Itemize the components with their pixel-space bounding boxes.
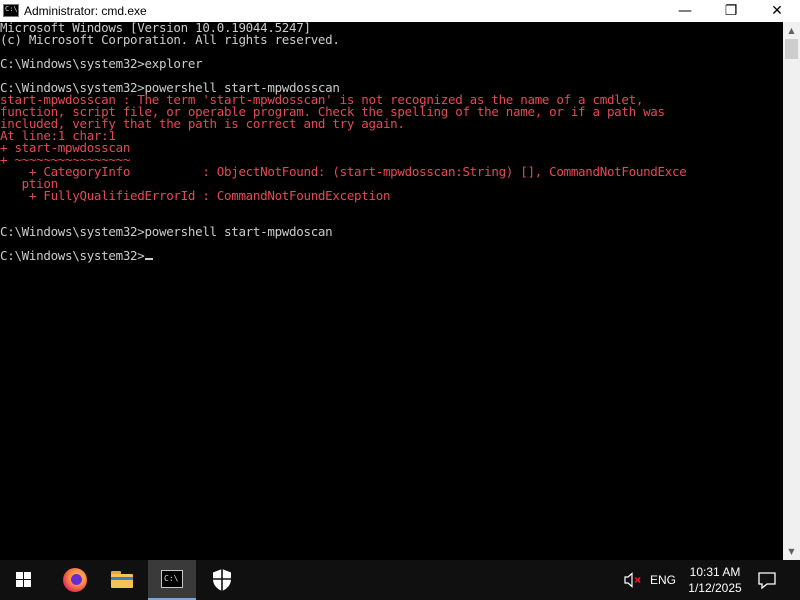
windows-logo-icon [16, 572, 32, 588]
cmd-icon: C:\ [161, 570, 183, 588]
close-button[interactable]: ✕ [754, 0, 800, 22]
scroll-down-arrow-icon[interactable]: ▼ [783, 543, 800, 560]
clock-date: 1/12/2025 [688, 581, 742, 595]
vertical-scrollbar[interactable]: ▲ ▼ [783, 22, 800, 560]
input-language[interactable]: ENG [650, 573, 676, 587]
firefox-icon [63, 568, 87, 592]
cmd-app-icon[interactable]: C:\ [3, 4, 19, 17]
console-line: C:\Windows\system32>explorer [0, 56, 203, 71]
console-line: + CategoryInfo : ObjectNotFound: (start-… [0, 164, 687, 179]
text-cursor [144, 258, 153, 260]
minimize-button[interactable]: — [662, 0, 708, 22]
taskbar-windows-security[interactable] [198, 560, 246, 600]
start-button[interactable] [0, 560, 48, 600]
scroll-up-arrow-icon[interactable]: ▲ [783, 22, 800, 39]
maximize-button[interactable]: ❐ [708, 0, 754, 22]
clock[interactable]: 10:31 AM 1/12/2025 [682, 564, 748, 596]
taskbar-cmd[interactable]: C:\ [148, 560, 196, 600]
console-lines: Microsoft Windows [Version 10.0.19044.52… [0, 22, 687, 262]
scroll-thumb[interactable] [785, 39, 798, 59]
console-line: C:\Windows\system32> [0, 249, 686, 262]
window-title: Administrator: cmd.exe [24, 4, 147, 18]
taskbar-firefox[interactable] [50, 560, 98, 600]
notification-icon[interactable] [756, 570, 778, 590]
console-line: C:\Windows\system32>powershell start-mpw… [0, 224, 333, 239]
console-output[interactable]: Microsoft Windows [Version 10.0.19044.52… [0, 22, 783, 560]
console-line: (c) Microsoft Corporation. All rights re… [0, 32, 340, 47]
shield-icon [213, 569, 231, 591]
folder-icon [111, 571, 133, 588]
console-line: + FullyQualifiedErrorId : CommandNotFoun… [0, 188, 391, 203]
volume-muted-icon[interactable] [622, 570, 642, 590]
taskbar: C:\ ENG 10:31 AM 1/12/2025 [0, 560, 800, 600]
taskbar-file-explorer[interactable] [98, 560, 146, 600]
title-bar[interactable]: C:\ Administrator: cmd.exe — ❐ ✕ [0, 0, 800, 22]
clock-time: 10:31 AM [689, 565, 741, 579]
